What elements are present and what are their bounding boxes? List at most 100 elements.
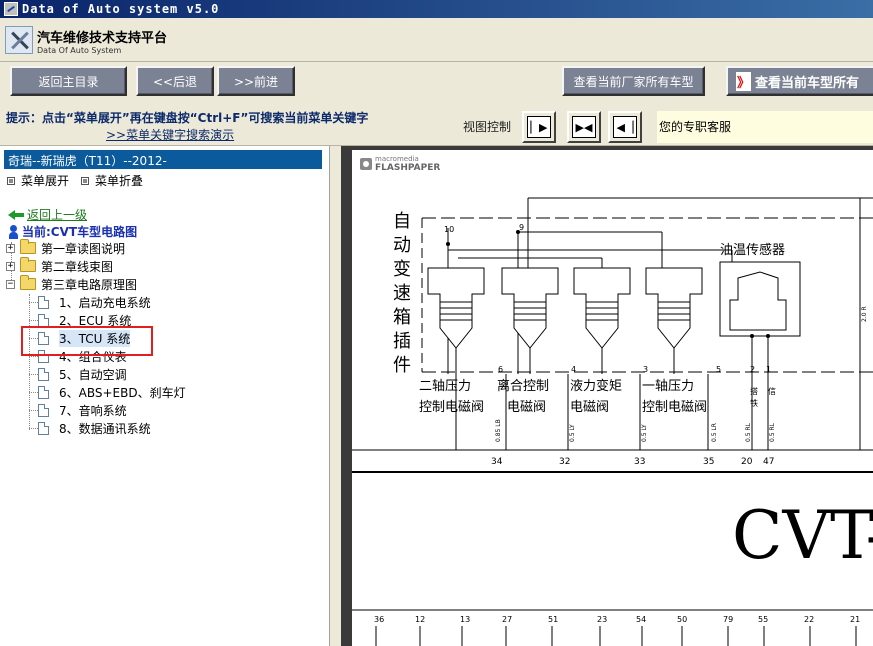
tree-item-abs[interactable]: 6、ABS+EBD、刹车灯	[0, 383, 300, 401]
item-label: 7、音响系统	[59, 403, 127, 418]
back-button[interactable]: <<后退	[136, 66, 214, 96]
pin-top-label: 6	[498, 365, 503, 374]
split-arrows-icon: ▶◀	[572, 116, 596, 138]
chapter-label: 第三章电路原理图	[41, 277, 138, 292]
valve-label: 液力变矩	[570, 378, 622, 394]
wiring-diagram: 10 9 6 4 3 5 2 1 0.85 LB 0.5 LY 0.5 LY 0…	[352, 197, 873, 646]
tree-chapter-2[interactable]: + 第二章线束图	[0, 257, 300, 275]
schematic-page[interactable]: macromedia FLASHPAPER 自动变速箱插件 10 9 6 4 3…	[352, 150, 873, 646]
item-label: 8、数据通讯系统	[59, 421, 151, 436]
pin-mid-label: 33	[634, 457, 645, 467]
wire-code: 2.0 R	[861, 306, 868, 322]
wire-code: 0.5 RL	[745, 422, 752, 442]
menu-collapse-button[interactable]: 菜单折叠	[81, 172, 143, 189]
wire-code: 0.85 LB	[495, 419, 502, 442]
selection-highlight-box	[21, 326, 153, 356]
valve-label: 离合控制	[497, 378, 549, 394]
arrow-left-bar-icon: ◀▕	[613, 116, 637, 138]
valve-label: 控制电磁阀	[419, 400, 484, 415]
pin-mid-label: 34	[491, 457, 503, 467]
window-title: Data of Auto system v5.0	[22, 2, 220, 16]
minus-expander-icon[interactable]: −	[6, 279, 15, 289]
wire-code: 0.5 LR	[711, 423, 718, 442]
pin-bottom-label: 12	[415, 615, 425, 624]
forward-button[interactable]: >>前进	[217, 66, 295, 96]
menu-expand-button[interactable]: 菜单展开	[7, 172, 69, 189]
wire-code: 0.5 LY	[641, 424, 648, 442]
tree-chapter-1[interactable]: + 第一章读图说明	[0, 239, 300, 257]
diagram-title: CVT-	[732, 497, 873, 574]
sensor-label: 油温传感器	[720, 242, 785, 258]
back-up-level[interactable]: 返回上一级	[8, 206, 87, 223]
current-location: 当前:CVT车型电路图	[8, 223, 137, 240]
pin-bottom-label: 36	[374, 615, 384, 624]
brand-header: 汽车维修技术支持平台 Data Of Auto System	[0, 18, 873, 62]
plus-expander-icon[interactable]: +	[6, 243, 15, 253]
pin-top-label: 4	[571, 365, 576, 374]
search-demo-link[interactable]: >>菜单关键字搜索演示	[106, 126, 234, 143]
maker-models-button[interactable]: 查看当前厂家所有车型	[562, 66, 705, 96]
back-arrow-icon	[8, 209, 24, 220]
document-icon	[38, 313, 49, 327]
view-control-label: 视图控制	[463, 120, 512, 134]
current-location-label: 当前:CVT车型电路图	[22, 225, 138, 239]
expand-icon	[7, 176, 15, 185]
valve-label: 二轴压力	[419, 379, 471, 394]
view-expand-right-button[interactable]: ▏▶	[522, 111, 556, 143]
document-icon	[38, 295, 49, 309]
pin-bottom-label: 27	[502, 615, 512, 624]
tree-chapter-3[interactable]: − 第三章电路原理图	[0, 275, 300, 293]
chapter-label: 第二章线束图	[41, 259, 114, 274]
menu-expand-label: 菜单展开	[21, 174, 70, 188]
pin-top-label: 1	[766, 365, 771, 374]
tree-item-datacomm[interactable]: 8、数据通讯系统	[0, 419, 300, 437]
pin-bottom-label: 22	[804, 615, 814, 624]
valve-label: 电磁阀	[570, 400, 609, 415]
pin-bottom-label: 50	[677, 615, 687, 624]
double-arrow-icon: 》	[736, 71, 752, 91]
pin-bottom-label: 13	[460, 615, 470, 624]
tree-item-charging[interactable]: 1、启动充电系统	[0, 293, 300, 311]
back-up-level-link: 返回上一级	[27, 208, 88, 222]
wire-code: 0.5 LY	[569, 424, 576, 442]
document-viewer: macromedia FLASHPAPER 自动变速箱插件 10 9 6 4 3…	[341, 146, 873, 646]
valve-label: 一轴压力	[642, 379, 694, 394]
pin-top-label: 2	[750, 365, 755, 374]
view-expand-left-button[interactable]: ◀▕	[608, 111, 642, 143]
document-icon	[38, 385, 49, 399]
customer-service-text: 您的专职客服	[657, 111, 873, 143]
view-split-button[interactable]: ▶◀	[567, 111, 601, 143]
menu-collapse-label: 菜单折叠	[95, 174, 144, 188]
tree-item-ac[interactable]: 5、自动空调	[0, 365, 300, 383]
pin-top-label: 3	[643, 365, 648, 374]
home-button[interactable]: 返回主目录	[10, 66, 127, 96]
pin-bottom-label: 55	[758, 615, 768, 624]
chapter-label: 第一章读图说明	[41, 241, 126, 256]
pin-mid-label: 35	[703, 457, 714, 467]
item-label: 5、自动空调	[59, 367, 127, 382]
nav-panel: 奇瑞--新瑞虎（T11）--2012- 菜单展开 菜单折叠 返回上一级 当前:C…	[0, 146, 330, 646]
valve-label: 电磁阀	[507, 400, 546, 415]
pin-bottom-label: 51	[548, 615, 558, 624]
pin-bottom-label: 54	[636, 615, 646, 624]
sensor-mark: 铁	[750, 398, 758, 408]
brand-subtitle: Data Of Auto System	[37, 46, 122, 55]
pin-bottom-label: 79	[723, 615, 733, 624]
vehicle-breadcrumb: 奇瑞--新瑞虎（T11）--2012-	[4, 150, 322, 169]
tree-item-audio[interactable]: 7、音响系统	[0, 401, 300, 419]
document-icon	[38, 367, 49, 381]
folder-icon	[20, 257, 36, 272]
pin-mid-label: 47	[763, 457, 774, 467]
sensor-mark: 搭	[750, 386, 758, 396]
hint-bar: 提示：点击“菜单展开”再在键盘按“Ctrl+F”可搜索当前菜单关键字 >>菜单关…	[0, 106, 873, 146]
wrench-logo-icon	[5, 26, 33, 54]
item-label: 1、启动充电系统	[59, 295, 151, 310]
pin-mid-label: 20	[741, 457, 753, 467]
collapse-icon	[81, 176, 89, 185]
pin-bottom-label: 21	[850, 615, 860, 624]
pin-top-label: 9	[519, 223, 524, 232]
open-folder-icon	[20, 275, 36, 290]
main-toolbar: 返回主目录 <<后退 >>前进 查看当前厂家所有车型 》 查看当前车型所有	[0, 62, 873, 106]
current-models-button[interactable]: 》 查看当前车型所有	[726, 66, 873, 96]
plus-expander-icon[interactable]: +	[6, 261, 15, 271]
